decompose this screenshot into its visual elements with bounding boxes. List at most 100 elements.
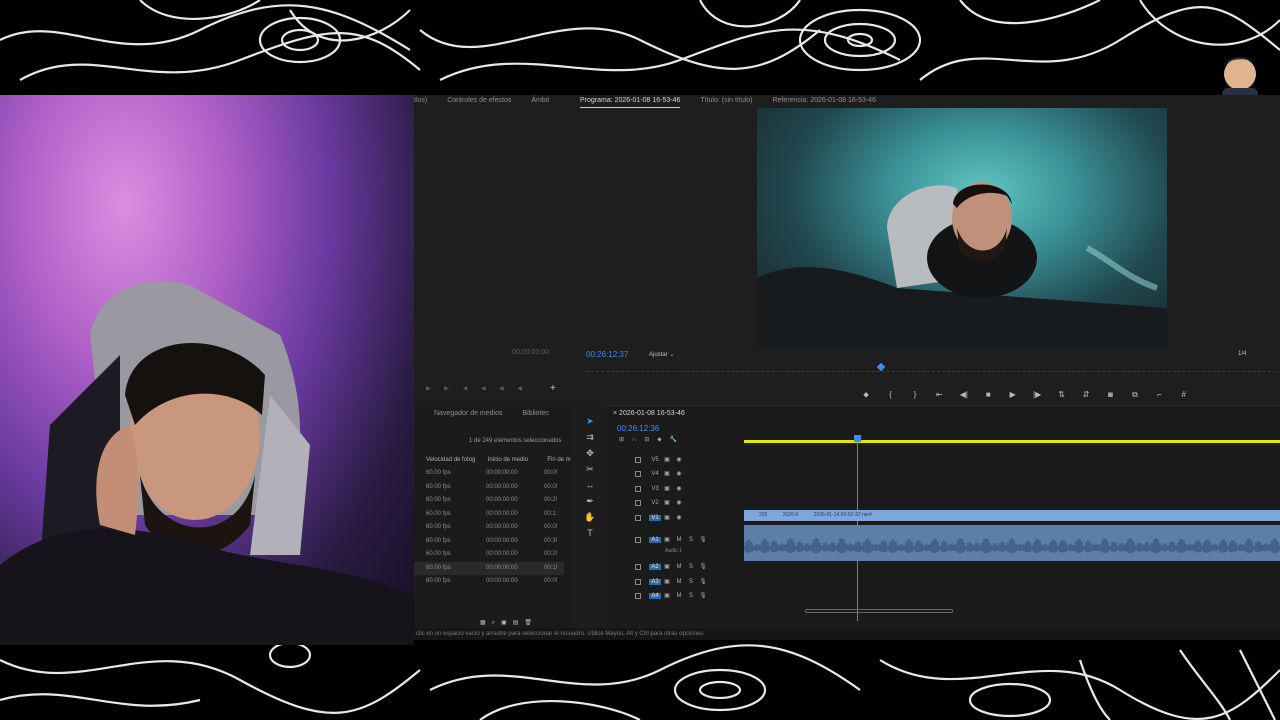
tab-sequence[interactable]: × 2026-01-08 16-53-46 [613,408,685,420]
timeline-scrollbar[interactable] [805,609,953,613]
project-row[interactable]: 60.00 fps 00:00:00:00 00:1! [414,561,564,575]
lock-icon[interactable] [635,578,641,585]
project-row[interactable]: 60.00 fps 00:00:00:00 00:0! [426,481,564,494]
sync-icon[interactable]: ▣ [661,514,673,521]
video-track-header[interactable]: V2 ▣ ◉ [622,499,685,511]
mic-icon[interactable]: 🎙 [697,592,709,599]
project-row[interactable]: 60.00 fps 00:00:00:00 00:0! [426,467,564,480]
video-track-header[interactable]: V4 ▣ ◉ [622,470,685,482]
lock-icon[interactable] [635,592,641,599]
sync-icon[interactable]: ▣ [661,456,673,463]
video-track-header[interactable]: V3 ▣ ◉ [622,485,685,497]
quality-dropdown[interactable]: 1/4 [1238,351,1246,357]
program-playhead-ruler[interactable] [586,371,1276,372]
sync-icon[interactable]: ▣ [661,536,673,543]
project-row[interactable]: 60.00 fps 00:00:00:00 00:0! [426,521,564,534]
marker-icon[interactable]: ⬥ [856,390,876,400]
sync-icon[interactable]: ▣ [661,563,673,570]
eye-icon[interactable]: ◉ [673,470,685,477]
timeline-playhead-handle[interactable] [854,435,861,442]
eye-icon[interactable]: ◉ [673,499,685,506]
sync-icon[interactable]: ▣ [661,485,673,492]
column-media-end[interactable]: Fin de m [547,454,570,467]
mute-icon[interactable]: M [673,593,685,599]
tab-program[interactable]: Programa: 2026-01-08 16-53-46 [580,95,681,108]
audio-track-header[interactable]: A1 ▣ M S 🎙 [622,536,709,548]
track-select-tool-icon[interactable]: ⇉ [579,429,601,445]
tab-reference[interactable]: Referencia: 2026-01-08 16-53-46 [772,95,876,107]
project-row[interactable]: 60.00 fps 00:00:00:00 00:1: [426,508,564,521]
ripple-edit-tool-icon[interactable]: ✥ [579,445,601,461]
go-to-in-icon[interactable]: ⇤ [929,390,949,399]
lock-icon[interactable] [635,563,641,570]
solo-icon[interactable]: S [685,579,697,585]
project-row[interactable]: 60.00 fps 00:00:00:00 00:2! [426,494,564,507]
sync-icon[interactable]: ▣ [661,592,673,599]
video-clip-v1[interactable]: 202 2026-0 2026-01-14 03-52-37.mp4 [744,510,1280,521]
solo-icon[interactable]: S [685,537,697,543]
lock-icon[interactable] [635,485,641,492]
lock-icon[interactable] [635,470,641,477]
insert-icon[interactable]: ⧉ [1125,390,1145,400]
stop-icon[interactable]: ■ [978,390,998,399]
mute-icon[interactable]: M [673,537,685,543]
button-editor-icon[interactable]: # [1174,390,1194,399]
mute-icon[interactable]: M [673,564,685,570]
project-row[interactable]: 60.00 fps 00:00:00:00 00:2! [426,548,564,561]
selection-tool-icon[interactable]: ➤ [579,413,601,429]
mark-in-icon[interactable]: { [880,390,900,399]
type-tool-icon[interactable]: T [579,525,601,541]
solo-icon[interactable]: S [685,593,697,599]
extract-icon[interactable]: ⇵ [1076,390,1096,399]
timeline-ruler[interactable] [744,440,1280,443]
add-icon[interactable]: + [550,383,556,394]
fit-dropdown[interactable]: Ajustar ⌄ [649,351,674,358]
solo-icon[interactable]: S [685,564,697,570]
mic-icon[interactable]: 🎙 [697,578,709,585]
lift-icon[interactable]: ⇅ [1052,390,1072,399]
step-back-icon[interactable]: ◀| [954,390,974,399]
eye-icon[interactable]: ◉ [673,456,685,463]
tab-title[interactable]: Título: (sin título) [700,95,752,107]
program-timecode[interactable]: 00:26:12:37 [586,350,628,359]
tab-media-browser[interactable]: Navegador de medios [434,408,503,420]
hand-tool-icon[interactable]: ✋ [579,509,601,525]
slip-tool-icon[interactable]: ↔ [579,477,601,493]
lock-icon[interactable] [635,514,641,521]
sync-icon[interactable]: ▣ [661,499,673,506]
mute-icon[interactable]: M [673,579,685,585]
audio-track-header[interactable]: A2 ▣ M S 🎙 [622,563,709,575]
column-media-start[interactable]: Inicio de medio [488,454,546,467]
project-footer-icons[interactable]: ▦⌕▣▤🗑 [480,619,538,627]
timeline-timecode[interactable]: 00:26:12:36 [617,424,659,433]
sync-icon[interactable]: ▣ [661,470,673,477]
play-icon[interactable]: ▶ [1003,390,1023,399]
mic-icon[interactable]: 🎙 [697,563,709,570]
mic-icon[interactable]: 🎙 [697,536,709,543]
audio-track-header[interactable]: A4 ▣ M S 🎙 [622,592,709,604]
video-track-header[interactable]: V1 ▣ ◉ [622,514,685,526]
step-forward-icon[interactable]: |▶ [1027,390,1047,399]
project-row[interactable]: 60.00 fps 00:00:00:00 00:0! [426,575,564,588]
overwrite-icon[interactable]: ⌐ [1149,390,1169,399]
audio-track-header[interactable]: A3 ▣ M S 🎙 [622,578,709,590]
video-track-header[interactable]: V5 ▣ ◉ [622,456,685,468]
column-frame-rate[interactable]: Velocidad de fotog [426,454,486,467]
lock-icon[interactable] [635,536,641,543]
lock-icon[interactable] [635,499,641,506]
project-row[interactable]: 60.00 fps 00:00:00:00 00:3! [426,535,564,548]
mark-out-icon[interactable]: } [905,390,925,399]
sync-icon[interactable]: ▣ [661,578,673,585]
tab-effect-controls[interactable]: Controles de efectos [447,95,511,107]
source-transport-icons[interactable]: ▶ ▶ ◀ ◀ ◀ ◀ [426,385,528,392]
export-frame-icon[interactable]: ◙ [1101,390,1121,399]
tab-libraries[interactable]: Bibliotec [522,408,548,420]
eye-icon[interactable]: ◉ [673,485,685,492]
tab-audio-ambit[interactable]: Ámbit [531,95,549,107]
lock-icon[interactable] [635,456,641,463]
timeline-options-icons[interactable]: ⊞∩⊟⬥🔧 [619,436,685,444]
pen-tool-icon[interactable]: ✒ [579,493,601,509]
razor-tool-icon[interactable]: ✂ [579,461,601,477]
audio-clip-a1[interactable] [744,525,1280,561]
program-playhead-marker[interactable] [876,362,886,372]
